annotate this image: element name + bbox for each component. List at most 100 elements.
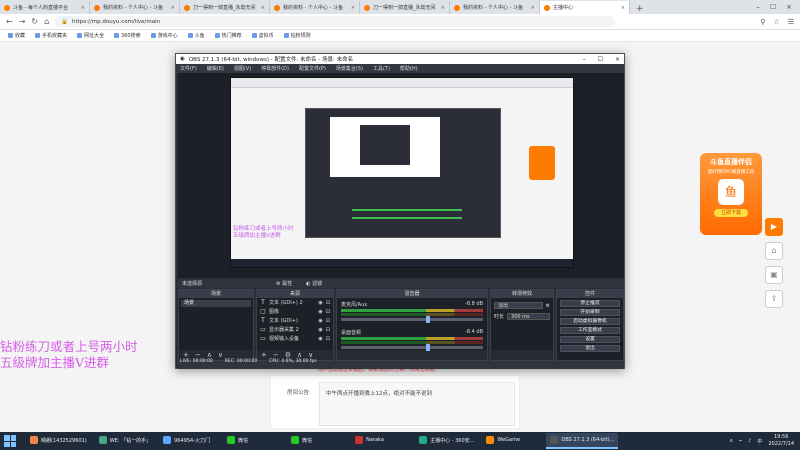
extensions-icon[interactable]: ⚲ [760, 18, 765, 26]
start-recording-button[interactable]: 开始录制 [560, 309, 620, 316]
filters-button[interactable]: ◐ 滤镜 [306, 280, 322, 287]
mic-volume-knob[interactable] [426, 316, 431, 323]
desktop-volume-knob[interactable] [426, 344, 431, 351]
source-item[interactable]: T 文本 (GDI+) ◉ ⊡ [257, 316, 333, 325]
maximize-icon[interactable]: ☐ [770, 3, 776, 11]
taskbar-app[interactable]: 微信 [223, 433, 283, 449]
remove-icon[interactable]: − [195, 351, 201, 359]
bookmark-item[interactable]: 虚拟币 [251, 32, 274, 39]
back-icon[interactable]: ← [6, 17, 13, 26]
gear-icon[interactable]: ⚙ [285, 351, 291, 359]
settings-button[interactable]: 设置 [560, 336, 620, 343]
gear-icon[interactable]: ⚙ [546, 303, 550, 309]
close-tab-icon[interactable]: × [621, 5, 625, 11]
download-button[interactable]: 立即下载 [714, 209, 748, 217]
move-up-icon[interactable]: ∧ [207, 351, 212, 359]
lock-icon[interactable]: ⊡ [326, 309, 330, 315]
star-icon[interactable]: ☆ [773, 18, 779, 26]
menu-view[interactable]: 视图(V) [234, 65, 251, 72]
scene-item[interactable]: 场景 [181, 300, 251, 307]
app-icon[interactable]: ▣ [765, 266, 783, 284]
source-item[interactable]: ▭ 视频输入设备 ◉ ⊡ [257, 334, 333, 343]
lock-icon[interactable]: ⊡ [326, 300, 330, 306]
bookmark-item[interactable]: 360搜索 [114, 32, 141, 39]
virtual-camera-button[interactable]: 启动虚拟摄像机 [560, 318, 620, 325]
home-icon[interactable]: ⌂ [765, 242, 783, 260]
browser-tab[interactable]: 我的资料 - 个人中心 - 斗鱼 × [90, 1, 180, 14]
source-item[interactable]: ▭ 显示器采集 2 ◉ ⊡ [257, 325, 333, 334]
maximize-icon[interactable]: ☐ [598, 56, 603, 63]
url-field[interactable]: 🔒 https://mp.douyu.com/live/main [55, 16, 616, 27]
menu-help[interactable]: 帮助(H) [400, 65, 418, 72]
clock[interactable]: 19:56 2022/7/14 [768, 434, 794, 448]
menu-scene-collection[interactable]: 场景集合(S) [336, 65, 363, 72]
eye-icon[interactable]: ◉ [318, 327, 322, 333]
eye-icon[interactable]: ◉ [318, 309, 322, 315]
chevron-up-icon[interactable]: ∧ [729, 438, 733, 444]
close-tab-icon[interactable]: × [81, 5, 85, 11]
bookmark-item[interactable]: 网址大全 [77, 32, 104, 39]
eye-icon[interactable]: ◉ [318, 300, 322, 306]
minimize-icon[interactable]: – [756, 3, 760, 11]
notice-textarea[interactable]: 中午两点开播到晚上12点，绝对不能不说到 [319, 382, 515, 426]
network-icon[interactable]: ⌁ [739, 438, 742, 444]
app-download-promo[interactable]: 斗鱼直播伴侣 超好用的PC端直播工具 鱼 立即下载 [700, 153, 762, 235]
share-icon[interactable]: ⇪ [765, 290, 783, 308]
menu-edit[interactable]: 编辑(E) [207, 65, 224, 72]
menu-file[interactable]: 文件(F) [180, 65, 197, 72]
lock-icon[interactable]: ⊡ [326, 318, 330, 324]
eye-icon[interactable]: ◉ [318, 336, 322, 342]
eye-icon[interactable]: ◉ [318, 318, 322, 324]
browser-tab[interactable]: 斗鱼 - 每个人的直播平台 × [0, 1, 90, 14]
add-icon[interactable]: + [183, 351, 189, 359]
taskbar-app-active[interactable]: OBS 27.1.3 (64-bit)... [546, 433, 619, 449]
move-up-icon[interactable]: ∧ [297, 351, 302, 359]
taskbar-app[interactable]: 主播中心 - 360安... [415, 433, 478, 449]
reload-icon[interactable]: ↻ [31, 17, 38, 26]
taskbar-app[interactable]: Naraka [351, 433, 411, 449]
studio-mode-button[interactable]: 工作室模式 [560, 327, 620, 334]
browser-tab[interactable]: 刀一得到一掉直播_永劫无间 × [180, 1, 270, 14]
volume-icon[interactable]: ♪ [748, 438, 751, 444]
browser-tab[interactable]: 刀一得到一掉直播_永劫无间 × [360, 1, 450, 14]
bookmark-item[interactable]: 热门推荐 [214, 32, 242, 39]
stop-streaming-button[interactable]: 停止推流 [560, 300, 620, 307]
lock-icon[interactable]: ⊡ [326, 327, 330, 333]
add-icon[interactable]: + [261, 351, 267, 359]
bookmark-item[interactable]: 斗鱼 [187, 32, 205, 39]
close-tab-icon[interactable]: × [441, 5, 445, 11]
menu-docks[interactable]: 停靠部件(D) [261, 65, 289, 72]
duration-input[interactable]: 300 ms [507, 313, 550, 320]
menu-tools[interactable]: 工具(T) [373, 65, 390, 72]
move-down-icon[interactable]: ∨ [308, 351, 313, 359]
close-tab-icon[interactable]: × [351, 5, 355, 11]
browser-tab[interactable]: 我的资料 - 个人中心 - 斗鱼 × [450, 1, 540, 14]
play-icon[interactable]: ▶ [765, 218, 783, 236]
close-window-icon[interactable]: × [615, 56, 620, 63]
taskbar-app[interactable]: 微信 [287, 433, 347, 449]
home-icon[interactable]: ⌂ [44, 17, 49, 26]
browser-tab-active[interactable]: 主播中心 × [540, 1, 630, 14]
close-tab-icon[interactable]: × [261, 5, 265, 11]
lock-icon[interactable]: ⊡ [326, 336, 330, 342]
minimize-icon[interactable]: – [583, 56, 586, 63]
menu-icon[interactable]: ☰ [788, 18, 794, 26]
properties-button[interactable]: ⚙ 属性 [276, 280, 292, 287]
desktop-volume-slider[interactable] [341, 344, 483, 351]
taskbar-app[interactable]: WeGame [482, 433, 542, 449]
close-window-icon[interactable]: × [786, 3, 792, 11]
windows-start-icon[interactable] [4, 435, 16, 447]
taskbar-app[interactable]: 晴朗(1432529601) [26, 433, 91, 449]
menu-profile[interactable]: 配置文件(P) [299, 65, 326, 72]
close-tab-icon[interactable]: × [171, 5, 175, 11]
exit-button[interactable]: 退出 [560, 345, 620, 352]
source-item[interactable]: ▢ 图像 ◉ ⊡ [257, 307, 333, 316]
transition-select[interactable]: 淡出 [494, 302, 543, 309]
forward-icon[interactable]: → [19, 17, 26, 26]
close-tab-icon[interactable]: × [531, 5, 535, 11]
bookmark-item[interactable]: 游戏中心 [150, 32, 178, 39]
bookmark-item[interactable]: 钻粉规则 [283, 32, 311, 39]
new-tab-icon[interactable]: + [630, 4, 650, 14]
mic-volume-slider[interactable] [341, 316, 483, 323]
source-item[interactable]: T 文本 (GDI+) 2 ◉ ⊡ [257, 298, 333, 307]
